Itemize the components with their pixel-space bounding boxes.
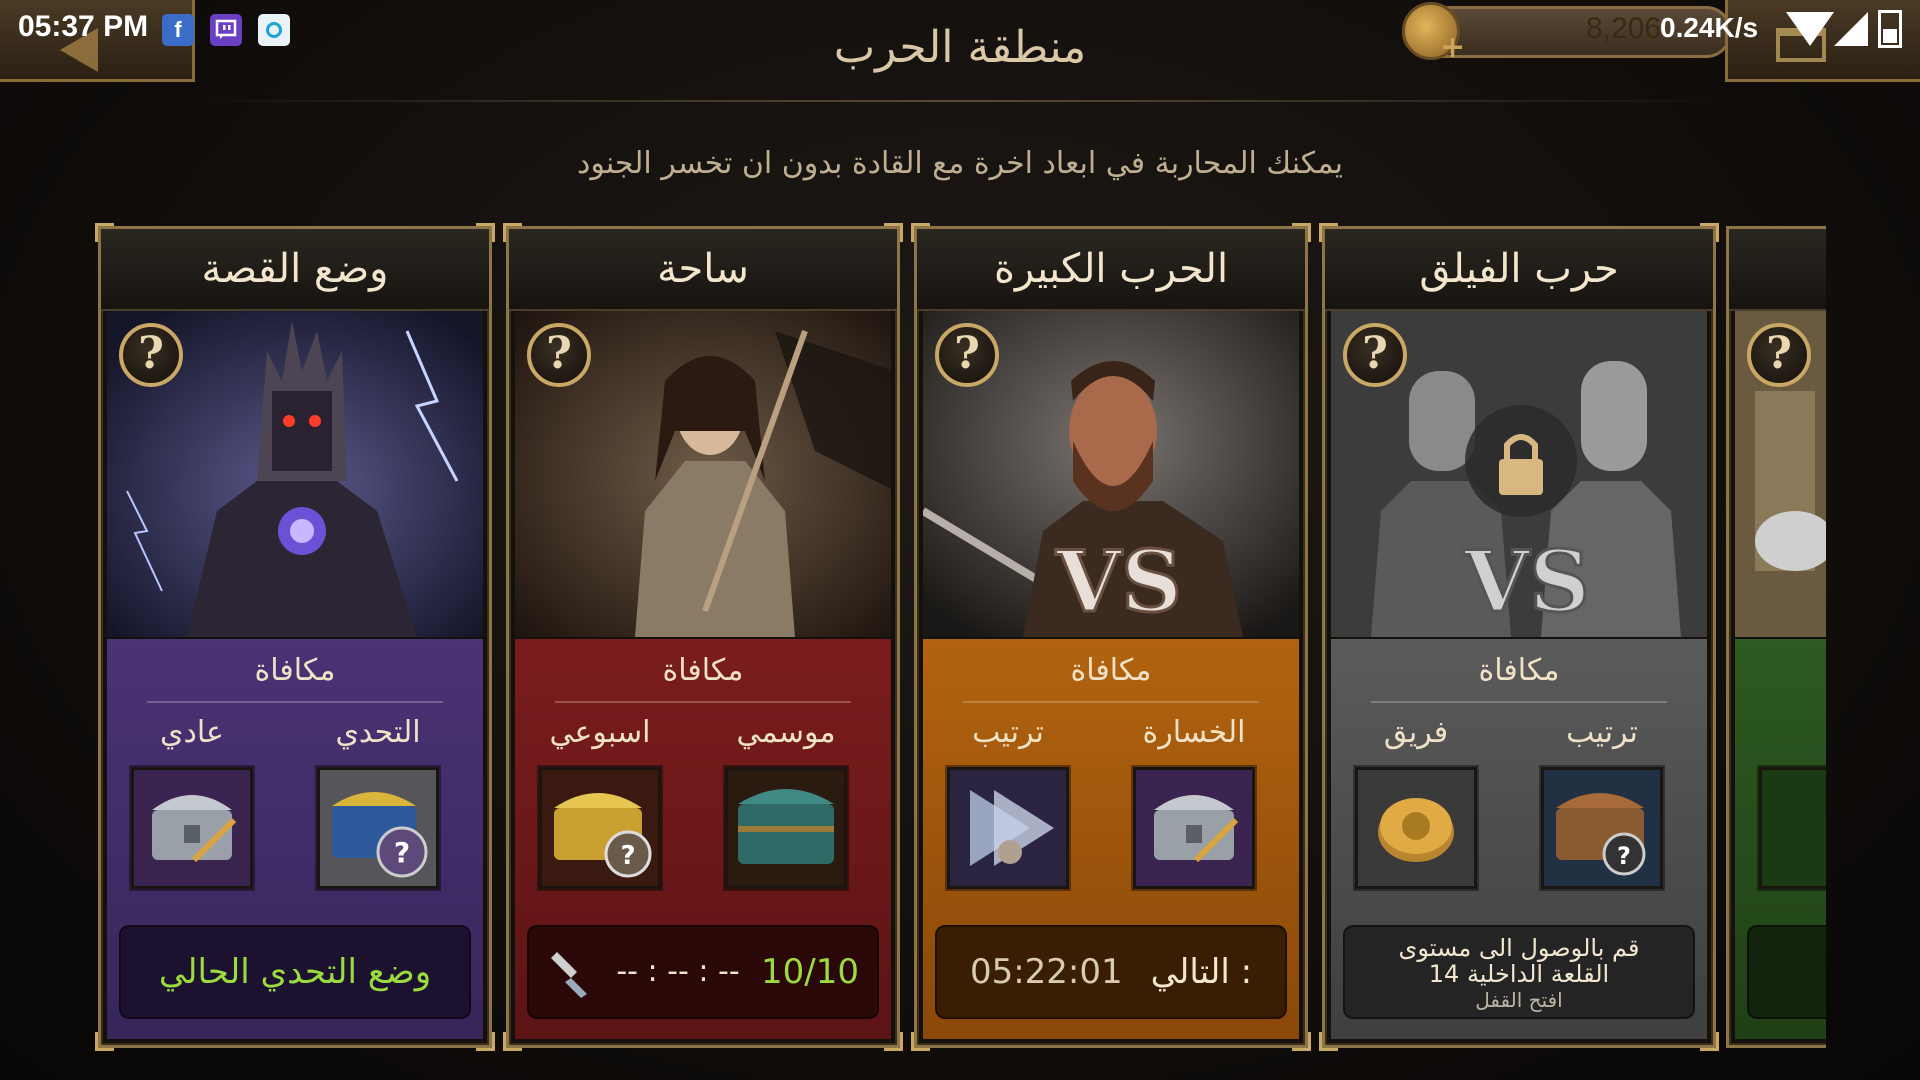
help-icon[interactable]: ?	[935, 323, 999, 387]
castle-art: ?	[1735, 311, 1826, 637]
vs-label: VS	[1055, 532, 1182, 631]
reward-label-normal: عادي	[160, 715, 224, 750]
status-text: وضع التحدي الحالي	[158, 952, 432, 992]
reward-heading: مكافاة	[254, 653, 336, 688]
help-icon[interactable]: ?	[119, 323, 183, 387]
reward-label-team: فريق	[1383, 715, 1449, 750]
title-divider	[190, 100, 1730, 102]
unlock-requirement-line2: القلعة الداخلية 14	[1428, 960, 1610, 988]
help-icon[interactable]: ?	[1343, 323, 1407, 387]
reward-label-seasonal: موسمي	[736, 715, 836, 750]
card-story-mode[interactable]: وضع القصة ? مكافاة عادي التحدي ? وضع الت…	[95, 223, 495, 1051]
reward-heading: مكافاة	[1070, 653, 1152, 688]
reward-chest-mystery[interactable]: ?	[317, 767, 439, 889]
card-title: حرب الفيلق	[1325, 229, 1713, 311]
reward-label-rank: ترتيب	[1566, 715, 1638, 750]
arena-status: -- : -- : -- 10/10	[527, 925, 879, 1019]
great-war-next-label: التالي :	[1150, 952, 1253, 992]
knights-art: VS ?	[1331, 311, 1707, 637]
svg-text:?: ?	[620, 841, 635, 871]
current-challenge-mode-button[interactable]: وضع التحدي الحالي	[119, 925, 471, 1019]
bearded-warrior-art: VS ?	[923, 311, 1299, 637]
arena-timer: -- : -- : --	[616, 954, 740, 989]
page-subtitle: يمكنك المحاربة في ابعاد اخرة مع القادة ب…	[576, 146, 1344, 181]
reward-label-weekly: اسبوعي	[549, 715, 651, 750]
help-icon[interactable]: ?	[1747, 323, 1811, 387]
reward-chest-silver[interactable]	[1133, 767, 1255, 889]
card-great-war[interactable]: الحرب الكبيرة VS ? مكافاة ترتيب الخسارة …	[911, 223, 1311, 1051]
card-arena[interactable]: ساحة ? مكافاة اسبوعي موسمي ? -- : -- : -…	[503, 223, 903, 1051]
reward-locked-item	[1759, 767, 1826, 889]
unlock-requirement-line1: قم بالوصول الى مستوى	[1398, 934, 1640, 962]
reward-heading: مكافاة	[662, 653, 744, 688]
card-legion-war[interactable]: حرب الفيلق VS ? مكافاة فريق ترتيب ? قم ب…	[1319, 223, 1719, 1051]
card-title: وضع القصة	[101, 229, 489, 311]
reward-gold-coin[interactable]	[1355, 767, 1477, 889]
locked-status: قم بالوصول الى مستوى القلعة الداخلية 14 …	[1343, 925, 1695, 1019]
ticket-icon	[551, 952, 587, 998]
arena-attempts: 10/10	[761, 952, 859, 992]
svg-text:?: ?	[394, 836, 410, 869]
reward-chest-mystery[interactable]: ?	[1541, 767, 1663, 889]
card-title: الحرب الكبيرة	[917, 229, 1305, 311]
page-title: منطقة الحرب	[833, 22, 1087, 73]
reward-label-rank: ترتيب	[972, 715, 1044, 750]
reward-label-loss: الخسارة	[1142, 715, 1246, 750]
help-icon[interactable]: ?	[527, 323, 591, 387]
reward-chest-teal[interactable]	[725, 767, 847, 889]
card-partial-next[interactable]: ?	[1726, 226, 1826, 1048]
reward-label-challenge: التحدي	[335, 715, 421, 750]
reward-knight-card[interactable]	[947, 767, 1069, 889]
card-title: ساحة	[509, 229, 897, 311]
svg-text:?: ?	[1617, 842, 1631, 870]
reward-heading: مكافاة	[1478, 653, 1560, 688]
svg-text:VS: VS	[1463, 532, 1590, 631]
reward-chest-silver[interactable]	[131, 767, 253, 889]
reward-chest-gold[interactable]: ?	[539, 767, 661, 889]
great-war-timer: 05:22:01	[969, 952, 1123, 992]
unlock-hint: افتح القفل	[1475, 988, 1563, 1012]
dark-king-art: ?	[107, 311, 483, 637]
great-war-status: 05:22:01 التالي :	[935, 925, 1287, 1019]
warrior-woman-art: ?	[515, 311, 891, 637]
